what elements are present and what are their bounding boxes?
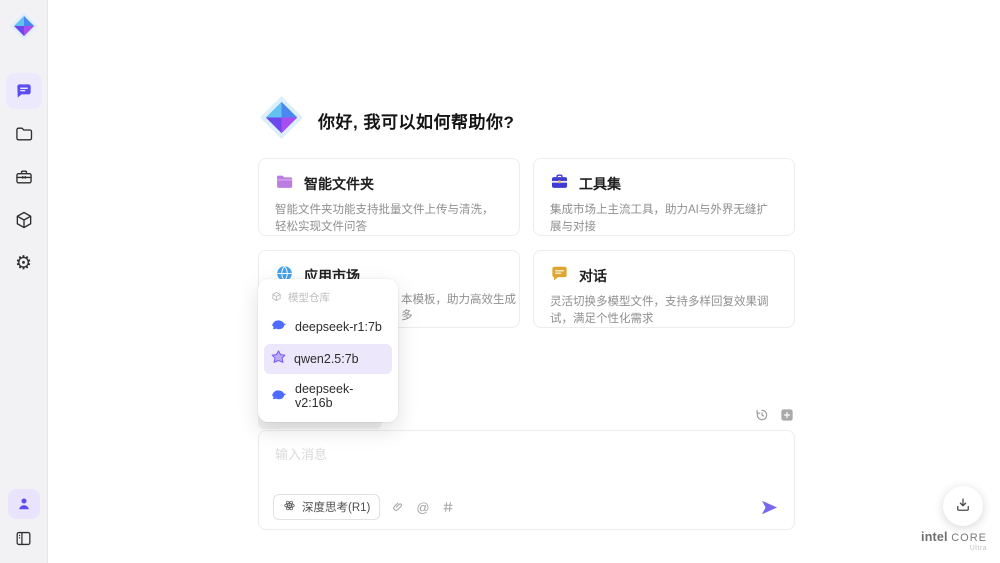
ultra-wordmark: Ultra	[969, 544, 987, 552]
model-option-label: deepseek-r1:7b	[295, 319, 382, 334]
card-dialog[interactable]: 对话 灵活切换多模型文件，支持多样回复效果调试，满足个性化需求	[533, 250, 795, 328]
sidebar-item-models[interactable]	[6, 202, 42, 238]
main-area: 你好, 我可以如何帮助你? 智能文件夹 智能文件夹功能支持批量文件上传与清洗，轻…	[48, 0, 1000, 563]
sidebar-item-chat[interactable]	[5, 73, 42, 109]
deepseek-icon	[271, 387, 287, 406]
composer: 深度思考(R1) @	[258, 430, 795, 530]
greeting: 你好, 我可以如何帮助你?	[258, 94, 514, 146]
mention-icon[interactable]: @	[416, 501, 429, 514]
sidebar-bottom	[7, 489, 40, 553]
download-icon	[954, 496, 972, 517]
repo-icon	[271, 291, 282, 305]
card-title: 工具集	[579, 176, 621, 192]
send-button[interactable]	[760, 498, 779, 517]
page-title: 你好, 我可以如何帮助你?	[318, 112, 515, 132]
sidebar-item-handbook[interactable]	[8, 523, 40, 553]
card-title: 智能文件夹	[304, 176, 374, 192]
intel-core-logo: intel core Ultra	[921, 531, 987, 552]
card-smart-folder[interactable]: 智能文件夹 智能文件夹功能支持批量文件上传与清洗，轻松实现文件问答	[258, 158, 520, 236]
cube-icon	[14, 210, 34, 230]
core-wordmark: core	[951, 532, 987, 545]
card-title: 对话	[579, 268, 607, 284]
folder-icon	[14, 124, 34, 144]
sidebar-item-folders[interactable]	[6, 116, 42, 152]
hashtag-icon[interactable]	[441, 500, 455, 514]
model-dropdown-header: 模型仓库	[264, 285, 392, 309]
chat-icon	[14, 81, 34, 101]
gear-icon: ⚙	[14, 251, 33, 274]
app-logo-icon	[258, 94, 305, 146]
deep-think-toggle[interactable]: 深度思考(R1)	[273, 494, 381, 520]
toolbox-icon	[14, 167, 34, 187]
smart-folder-icon	[275, 172, 294, 196]
sidebar-item-settings[interactable]: ⚙	[6, 245, 42, 281]
sidebar-nav: ⚙	[5, 73, 42, 281]
new-chat-icon[interactable]	[779, 407, 795, 423]
card-description: 集成市场上主流工具，助力AI与外界无缝扩展与对接	[550, 204, 768, 233]
model-option-deepseek-r1[interactable]: deepseek-r1:7b	[264, 311, 392, 342]
deep-think-label: 深度思考(R1)	[302, 502, 371, 514]
user-icon	[15, 495, 33, 513]
model-option-label: qwen2.5:7b	[294, 352, 359, 366]
dialog-icon	[550, 264, 569, 288]
download-fab[interactable]	[943, 486, 983, 526]
model-option-qwen[interactable]: qwen2.5:7b	[264, 344, 392, 374]
attachment-icon[interactable]	[391, 500, 405, 514]
sidebar-item-account[interactable]	[7, 489, 40, 519]
card-description: 智能文件夹功能支持批量文件上传与清洗，轻松实现文件问答	[275, 204, 494, 233]
atom-icon	[283, 499, 296, 515]
intel-wordmark: intel	[921, 530, 948, 545]
composer-toolbar: 深度思考(R1) @	[273, 494, 779, 520]
model-dropdown-header-label: 模型仓库	[288, 292, 330, 304]
card-description: 灵活切换多模型文件，支持多样回复效果调试，满足个性化需求	[550, 296, 769, 325]
sidebar-item-toolbox[interactable]	[6, 159, 42, 195]
app-logo-icon	[9, 11, 39, 41]
history-icon[interactable]	[754, 407, 770, 423]
card-toolset[interactable]: 工具集 集成市场上主流工具，助力AI与外界无缝扩展与对接	[533, 158, 795, 236]
deepseek-icon	[271, 317, 287, 336]
sidebar: ⚙	[0, 0, 48, 563]
model-option-deepseek-v2[interactable]: deepseek-v2:16b	[264, 376, 392, 416]
model-dropdown: 模型仓库 deepseek-r1:7b qwen2.5:7b deepseek-…	[258, 279, 398, 422]
qwen-icon	[271, 350, 286, 368]
handbook-icon	[14, 529, 33, 548]
message-input[interactable]	[275, 444, 775, 486]
model-option-label: deepseek-v2:16b	[295, 382, 354, 410]
toolset-icon	[550, 172, 569, 196]
card-description-fragment: 本模板，助力高效生成多	[401, 294, 516, 322]
